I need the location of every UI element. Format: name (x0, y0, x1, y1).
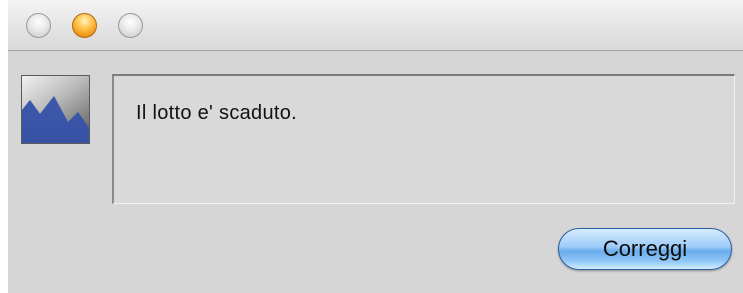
zoom-button[interactable] (118, 13, 143, 38)
close-button[interactable] (26, 13, 51, 38)
alert-window: Il lotto e' scaduto. Correggi (8, 0, 743, 293)
correggi-button[interactable]: Correggi (558, 228, 732, 270)
app-icon-graphic (22, 76, 89, 143)
message-text: Il lotto e' scaduto. (136, 102, 298, 124)
app-icon (21, 75, 90, 144)
minimize-button[interactable] (72, 13, 97, 38)
message-panel: Il lotto e' scaduto. (112, 74, 735, 204)
title-bar[interactable] (8, 0, 743, 51)
